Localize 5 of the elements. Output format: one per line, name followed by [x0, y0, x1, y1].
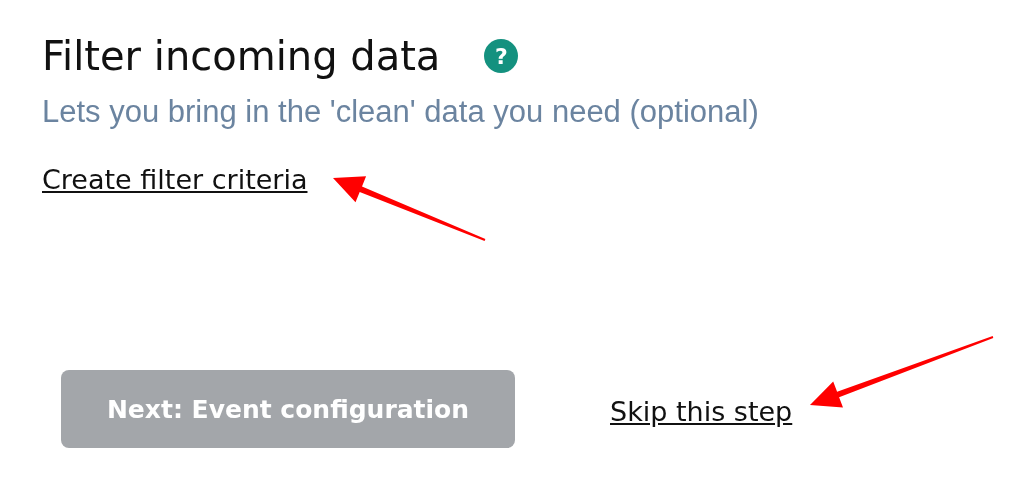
- subtitle-text: Lets you bring in the 'clean' data you need (optional): [42, 94, 759, 130]
- help-icon[interactable]: ?: [484, 39, 519, 73]
- create-filter-link[interactable]: Create filter criteria: [42, 163, 308, 196]
- page-title: Filter incoming data: [42, 32, 441, 80]
- skip-link[interactable]: Skip this step: [610, 394, 793, 428]
